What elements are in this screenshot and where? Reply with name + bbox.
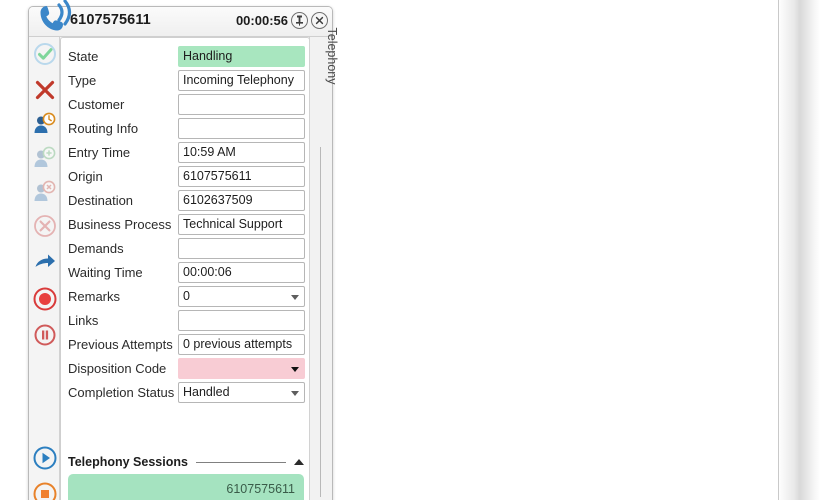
form-row-previous-attempts: Previous Attempts 0 previous attempts <box>61 332 309 356</box>
field-label: Disposition Code <box>68 360 167 376</box>
ringing-phone-icon <box>35 0 79 37</box>
page-right-edge-line <box>778 0 779 500</box>
pause-recording-icon[interactable] <box>32 322 58 348</box>
accept-call-icon[interactable] <box>32 41 58 67</box>
entry-time-field[interactable]: 10:59 AM <box>178 141 305 163</box>
routing-info-field[interactable] <box>178 117 305 139</box>
demands-field[interactable] <box>178 237 305 259</box>
page-right-edge-shadow <box>778 0 820 500</box>
form-row-disposition-code: Disposition Code <box>61 356 309 380</box>
transfer-call-icon[interactable] <box>32 248 58 274</box>
call-timer: 00:00:56 <box>235 13 288 28</box>
field-label: Remarks <box>68 288 121 304</box>
field-label: Type <box>68 72 97 88</box>
cancel-consult-icon[interactable] <box>32 179 58 205</box>
interaction-details-panel: State Handling Type Incoming Telephony C… <box>60 37 310 500</box>
previous-attempts-field[interactable]: 0 previous attempts <box>178 333 305 355</box>
field-label: Entry Time <box>68 144 131 160</box>
end-call-icon[interactable] <box>32 213 58 239</box>
destination-field[interactable]: 6102637509 <box>178 189 305 211</box>
field-label: State <box>68 48 99 64</box>
field-label: Demands <box>68 240 124 256</box>
field-label: Business Process <box>68 216 172 232</box>
type-field[interactable]: Incoming Telephony <box>178 69 305 91</box>
completion-status-value: Handled <box>183 384 230 399</box>
popup-body: 123 State Handling Type Incoming Telepho… <box>29 28 339 500</box>
form-row-business-process: Business Process Technical Support <box>61 212 309 236</box>
form-row-entry-time: Entry Time 10:59 AM <box>61 140 309 164</box>
session-number: 6107575611 <box>226 482 295 496</box>
origin-field[interactable]: 6107575611 <box>178 165 305 187</box>
field-label: Destination <box>68 192 134 208</box>
form-row-destination: Destination 6102637509 <box>61 188 309 212</box>
vertical-tab-strip: Telephony <box>309 28 339 500</box>
interaction-form: State Handling Type Incoming Telephony C… <box>61 44 309 404</box>
page-title: 6107575611 <box>70 12 151 28</box>
form-row-customer: Customer <box>61 92 309 116</box>
form-row-links: Links <box>61 308 309 332</box>
action-icon-rail: 123 <box>29 37 60 500</box>
field-label: Routing Info <box>68 120 139 136</box>
tab-divider <box>320 147 321 497</box>
form-row-completion-status: Completion Status Handled <box>61 380 309 404</box>
record-icon[interactable] <box>32 286 58 312</box>
form-row-origin: Origin 6107575611 <box>61 164 309 188</box>
form-row-routing-info: Routing Info <box>61 116 309 140</box>
reject-call-icon[interactable] <box>32 77 58 103</box>
disposition-code-select[interactable] <box>178 357 305 379</box>
remarks-value: 0 <box>183 288 190 303</box>
waiting-time-field[interactable]: 00:00:06 <box>178 261 305 283</box>
business-process-field[interactable]: Technical Support <box>178 213 305 235</box>
customer-field[interactable] <box>178 93 305 115</box>
form-row-demands: Demands <box>61 236 309 260</box>
field-label: Origin <box>68 168 103 184</box>
field-label: Customer <box>68 96 125 112</box>
stop-icon[interactable] <box>32 481 58 500</box>
links-field[interactable] <box>178 309 305 331</box>
chevron-down-icon <box>291 294 299 300</box>
telephony-sessions-header[interactable]: Telephony Sessions <box>68 453 304 471</box>
form-row-remarks: Remarks 0 <box>61 284 309 308</box>
pin-icon[interactable] <box>291 12 308 29</box>
screen: 6107575611 00:00:56 State Handling Type … <box>0 0 820 500</box>
conference-icon[interactable] <box>32 145 58 171</box>
field-label: Completion Status <box>68 384 175 400</box>
completion-status-select[interactable]: Handled <box>178 381 305 403</box>
chevron-up-icon[interactable] <box>294 459 304 465</box>
chevron-down-icon <box>291 390 299 396</box>
form-row-type: Type Incoming Telephony <box>61 68 309 92</box>
chevron-down-icon <box>291 366 299 372</box>
field-label: Previous Attempts <box>68 336 173 352</box>
field-label: Waiting Time <box>68 264 143 280</box>
form-row-waiting-time: Waiting Time 00:00:06 <box>61 260 309 284</box>
remarks-select[interactable]: 0 <box>178 285 305 307</box>
tab-telephony[interactable]: Telephony <box>325 14 339 98</box>
interaction-popup-window: 6107575611 00:00:56 State Handling Type … <box>28 0 339 500</box>
section-divider <box>195 461 286 463</box>
telephony-sessions-title: Telephony Sessions <box>68 455 188 469</box>
play-icon[interactable] <box>32 445 58 471</box>
telephony-session-item[interactable]: 6107575611 00:00:57 <box>68 474 304 500</box>
form-row-state: State Handling <box>61 44 309 68</box>
state-field[interactable]: Handling <box>178 45 305 67</box>
field-label: Links <box>68 312 99 328</box>
consult-icon[interactable] <box>32 111 58 137</box>
